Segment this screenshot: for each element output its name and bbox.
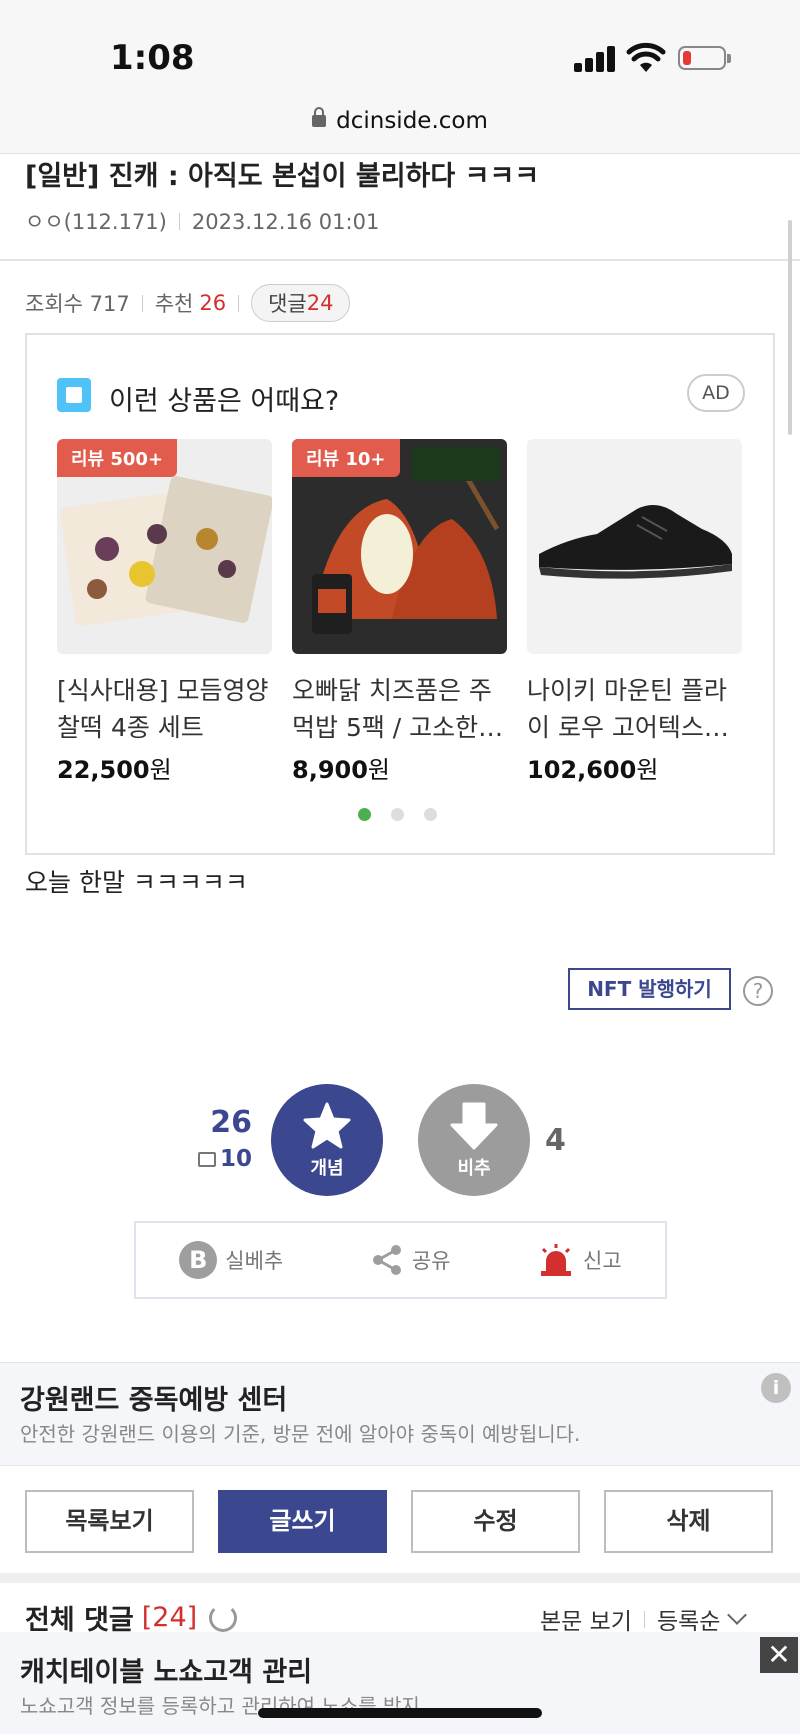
home-indicator[interactable] — [258, 1708, 542, 1718]
delete-button[interactable]: 삭제 — [604, 1490, 773, 1553]
signal-icon — [574, 46, 616, 72]
post-date: 2023.12.16 01:01 — [191, 210, 380, 234]
b-icon: B — [179, 1241, 218, 1279]
silbe-label: 실베추 — [225, 1249, 284, 1273]
arrow-down-icon — [450, 1102, 498, 1150]
share-toolbar: B 실베추 공유 신고 — [134, 1221, 667, 1299]
promo-subtitle: 안전한 강원랜드 이용의 기준, 방문 전에 알아야 중독이 예방됩니다. — [20, 1422, 581, 1446]
post-author[interactable]: ㅇㅇ(112.171) — [25, 210, 167, 234]
product-card[interactable]: 리뷰 10+ 오빠닭 치즈품은 주먹밥 5팩 / 고소한… 8,900원 — [292, 439, 507, 785]
section-divider — [0, 1573, 800, 1583]
report-button[interactable]: 신고 — [537, 1243, 622, 1277]
status-time: 1:08 — [110, 38, 195, 78]
siren-icon — [541, 1244, 572, 1276]
chevron-down-icon[interactable] — [727, 1605, 748, 1625]
fixed-upvote-count: 10 — [196, 1146, 252, 1172]
comments-label: 댓글 — [268, 292, 307, 316]
close-icon[interactable]: ✕ — [760, 1637, 798, 1673]
post-meta: ㅇㅇ(112.171) 2023.12.16 01:01 — [25, 206, 379, 236]
tools-divider — [643, 1610, 645, 1628]
list-button[interactable]: 목록보기 — [25, 1490, 194, 1553]
carousel-dot[interactable] — [391, 808, 404, 821]
star-icon — [303, 1102, 351, 1149]
help-icon[interactable]: ? — [743, 976, 773, 1006]
report-label: 신고 — [583, 1249, 622, 1273]
nft-issue-button[interactable]: NFT 발행하기 — [568, 968, 731, 1010]
write-button[interactable]: 글쓰기 — [218, 1490, 387, 1553]
comments-pill-count: 24 — [306, 291, 334, 315]
shopping-bag-icon — [57, 378, 91, 412]
stats-divider — [238, 294, 240, 312]
recommend-count: 26 — [199, 291, 227, 315]
ad-heading: 이런 상품은 어때요? — [109, 386, 340, 417]
refresh-icon[interactable] — [209, 1603, 238, 1632]
info-icon[interactable]: i — [761, 1373, 791, 1403]
ad-badge[interactable]: AD — [687, 374, 745, 412]
product-title[interactable]: 나이키 마운틴 플라이 로우 고어텍스… — [527, 672, 742, 746]
comments-count: [24] — [141, 1602, 198, 1633]
share-label: 공유 — [411, 1249, 451, 1273]
share-button[interactable]: 공유 — [370, 1243, 451, 1277]
product-card[interactable]: 나이키 마운틴 플라이 로우 고어텍스… 102,600원 — [527, 439, 742, 785]
post-title: [일반] 진캐 : 아직도 본섭이 불리하다 ㅋㅋㅋ — [25, 161, 540, 192]
upvote-button[interactable]: 개념 — [271, 1084, 383, 1196]
product-image[interactable]: 리뷰 500+ — [57, 439, 272, 654]
carousel-dots[interactable] — [358, 808, 437, 821]
product-price: 22,500원 — [57, 756, 172, 784]
review-badge: 리뷰 10+ — [292, 439, 400, 477]
review-badge: 리뷰 500+ — [57, 439, 178, 477]
post-actions: 목록보기 글쓰기 수정 삭제 — [25, 1490, 773, 1553]
stats-divider — [141, 294, 143, 312]
carousel-dot[interactable] — [424, 808, 437, 821]
product-card[interactable]: 리뷰 500+ [식사대용] 모듬영양 찰떡 4종 세트 22,500원 — [57, 439, 272, 785]
battery-icon — [678, 46, 731, 70]
bottom-ad-banner[interactable]: 캐치테이블 노쇼고객 관리 노쇼고객 정보를 등록하고 관리하여 노쇼를 방지. — [0, 1632, 800, 1734]
edit-button[interactable]: 수정 — [411, 1490, 580, 1553]
product-title[interactable]: [식사대용] 모듬영양 찰떡 4종 세트 — [57, 672, 272, 746]
silbe-recommend-button[interactable]: B 실베추 — [179, 1241, 283, 1279]
page-scrollbar[interactable] — [788, 220, 792, 435]
fixed-user-icon — [197, 1152, 216, 1167]
view-body-link[interactable]: 본문 보기 — [540, 1602, 632, 1636]
bottom-ad-title[interactable]: 캐치테이블 노쇼고객 관리 — [20, 1650, 312, 1689]
sort-select[interactable]: 등록순 — [657, 1602, 720, 1636]
comments-pill[interactable]: 댓글 24 — [251, 284, 351, 322]
promo-title[interactable]: 강원랜드 중독예방 센터 — [20, 1378, 287, 1417]
product-ad-box: 이런 상품은 어때요? AD 리뷰 500+ [식사대용] 모듬영양 찰떡 4종… — [25, 333, 775, 855]
carousel-dot-active[interactable] — [358, 808, 371, 821]
url-text: dcinside.com — [336, 108, 488, 134]
product-image[interactable] — [527, 439, 742, 654]
product-price: 102,600원 — [527, 756, 659, 784]
meta-divider — [178, 213, 180, 230]
upvote-count: 26 — [210, 1105, 252, 1140]
recommend-label: 추천 — [154, 292, 194, 316]
product-carousel[interactable]: 리뷰 500+ [식사대용] 모듬영양 찰떡 4종 세트 22,500원 리뷰 … — [57, 439, 742, 785]
downvote-button[interactable]: 비추 — [418, 1084, 530, 1196]
lock-icon — [312, 107, 327, 127]
url-bar[interactable]: dcinside.com — [0, 107, 800, 134]
wifi-icon — [626, 42, 666, 72]
header-divider — [0, 259, 800, 261]
sneaker-image — [539, 505, 732, 579]
product-price: 8,900원 — [292, 756, 391, 784]
downvote-count: 4 — [545, 1123, 566, 1158]
product-title[interactable]: 오빠닭 치즈품은 주먹밥 5팩 / 고소한… — [292, 672, 507, 746]
post-stats: 조회수 717 추천 26 댓글 24 — [25, 284, 351, 322]
comment-tools: 본문 보기 등록순 — [540, 1602, 748, 1636]
upvote-label: 개념 — [310, 1158, 344, 1179]
post-body: 오늘 한말 ㅋㅋㅋㅋㅋ — [25, 868, 248, 897]
views-count: 조회수 717 — [25, 292, 130, 316]
share-icon — [372, 1245, 401, 1275]
downvote-label: 비추 — [457, 1158, 491, 1179]
browser-topbar: 1:08 dcinside.com — [0, 0, 800, 154]
product-image[interactable]: 리뷰 10+ — [292, 439, 507, 654]
